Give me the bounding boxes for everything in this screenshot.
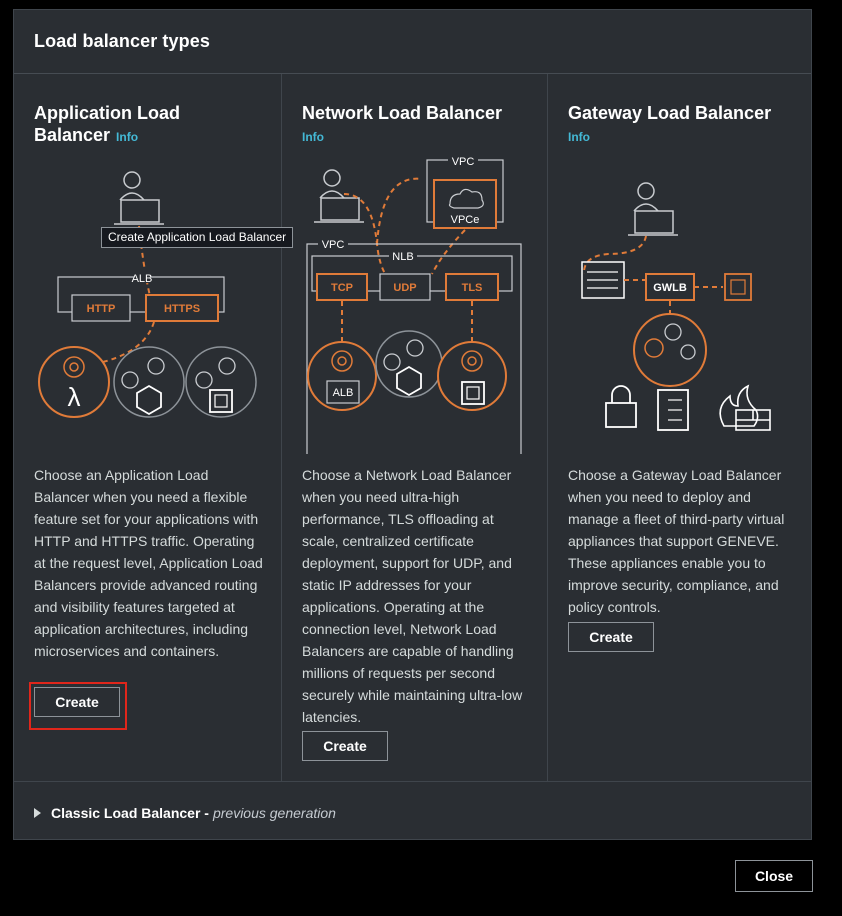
nlb-vpc-label: VPC — [322, 239, 345, 251]
nlb-tls-label: TLS — [462, 282, 483, 294]
load-balancer-types-modal: Load balancer types Application Load Bal… — [13, 9, 812, 840]
gwlb-description: Choose a Gateway Load Balancer when you … — [568, 467, 785, 615]
lock-icon — [605, 402, 637, 428]
alb-create-button[interactable]: Create — [34, 687, 120, 717]
chip-icon — [724, 273, 752, 301]
firewall-icon — [719, 384, 771, 431]
classic-label: Classic Load Balancer - — [51, 805, 209, 821]
alb-http-label: HTTP — [87, 303, 116, 315]
gwlb-info-link[interactable]: Info — [568, 130, 590, 144]
nlb-card: Network Load Balancer Info VPC VPCe VPC … — [281, 74, 547, 781]
alb-card-title: Application Load Balancer Info — [34, 102, 254, 148]
nlb-create-button[interactable]: Create — [302, 731, 388, 761]
caret-right-icon — [34, 808, 41, 818]
modal-title: Load balancer types — [34, 31, 210, 51]
gwlb-card-title: Gateway Load Balancer — [568, 103, 772, 123]
gwlb-card: Gateway Load Balancer Info GWLB Choose a… — [547, 74, 814, 781]
lambda-icon: λ — [68, 382, 81, 412]
alb-group-label: ALB — [132, 273, 153, 285]
nlb-card-title: Network Load Balancer — [302, 103, 503, 123]
modal-header: Load balancer types — [14, 10, 811, 74]
alb-description: Choose an Application Load Balancer when… — [34, 467, 263, 659]
alb-title-text: Application Load Balancer — [34, 103, 180, 145]
user-laptop-icon — [628, 182, 678, 236]
nlb-group-label: NLB — [392, 251, 413, 263]
gwlb-group-label: GWLB — [653, 282, 687, 294]
nlb-vpc-top-label: VPC — [452, 156, 475, 168]
nlb-tcp-label: TCP — [331, 282, 353, 294]
alb-https-label: HTTPS — [164, 303, 200, 315]
alb-info-link[interactable]: Info — [116, 130, 138, 144]
nlb-udp-label: UDP — [393, 282, 416, 294]
nlb-vpce-label: VPCe — [451, 214, 480, 226]
alb-diagram: ALB HTTP HTTPS λ — [38, 171, 257, 418]
nlb-info-link[interactable]: Info — [302, 130, 324, 144]
nlb-diagram: VPC VPCe VPC NLB TCP UDP TLS ALB — [306, 154, 522, 454]
nlb-description: Choose a Network Load Balancer when you … — [302, 467, 523, 725]
close-button[interactable]: Close — [735, 860, 813, 892]
modal-divider — [14, 781, 811, 782]
user-laptop-icon — [114, 171, 164, 225]
classic-sublabel: previous generation — [212, 805, 336, 821]
gwlb-create-button[interactable]: Create — [568, 622, 654, 652]
container-target-circle — [113, 346, 185, 418]
classic-load-balancer-expander[interactable]: Classic Load Balancer - previous generat… — [34, 805, 336, 821]
gwlb-diagram: GWLB — [581, 182, 771, 431]
card-row: Application Load BalancerInfo ALB HTTP — [14, 74, 811, 781]
create-alb-tooltip: Create Application Load Balancer — [101, 227, 294, 248]
nlb-alb-target-label: ALB — [333, 387, 354, 399]
alb-card: Application Load BalancerInfo ALB HTTP — [14, 74, 280, 781]
